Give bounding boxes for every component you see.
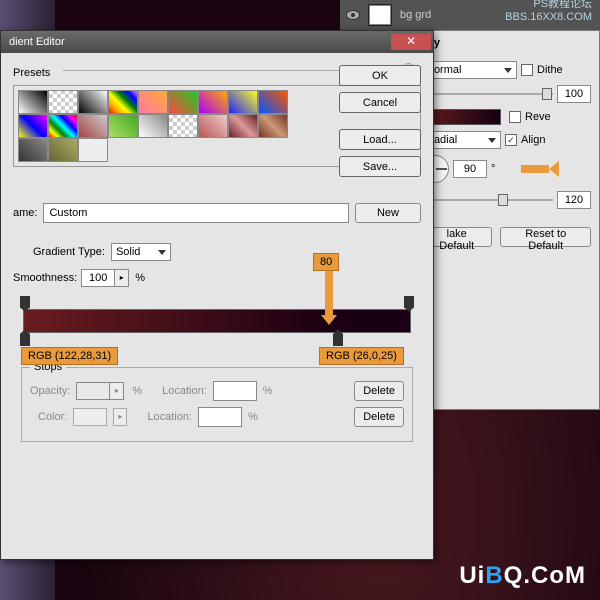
preset-swatch[interactable] bbox=[78, 90, 108, 114]
color-picker-arrow-icon[interactable]: ▸ bbox=[113, 408, 127, 426]
preset-grid bbox=[18, 90, 288, 162]
annotation-left-color: RGB (122,28,31) bbox=[21, 347, 118, 365]
gradient-name-input[interactable] bbox=[43, 203, 349, 223]
visibility-eye-icon[interactable] bbox=[346, 10, 360, 20]
preset-swatch[interactable] bbox=[48, 114, 78, 138]
gradient-editor-dialog: dient Editor ✕ Presets ✲ bbox=[0, 30, 434, 560]
name-label: ame: bbox=[13, 207, 37, 219]
preset-swatch[interactable] bbox=[198, 90, 228, 114]
preset-swatch[interactable] bbox=[108, 90, 138, 114]
gradient-type-label: Gradient Type: bbox=[33, 246, 105, 258]
percent-label: % bbox=[248, 411, 258, 423]
delete-opacity-stop-button[interactable]: Delete bbox=[354, 381, 404, 401]
dialog-titlebar[interactable]: dient Editor ✕ bbox=[1, 31, 433, 53]
preset-swatch[interactable] bbox=[138, 90, 168, 114]
opacity-stop-right[interactable] bbox=[404, 296, 414, 308]
dialog-title: dient Editor bbox=[9, 36, 65, 48]
footer-brand: UiBQ.CoM bbox=[459, 562, 586, 590]
stops-fieldset: Stops Opacity: ▸ % Location: % Delete Co… bbox=[21, 361, 413, 442]
preset-swatch[interactable] bbox=[18, 90, 48, 114]
scale-slider[interactable] bbox=[421, 192, 553, 208]
annotation-position: 80 bbox=[313, 253, 339, 271]
percent-label: % bbox=[263, 385, 273, 397]
gradient-type-select[interactable]: Solid bbox=[111, 243, 171, 261]
panel-title: ·lay bbox=[421, 37, 591, 49]
percent-label: % bbox=[132, 385, 142, 397]
cancel-button[interactable]: Cancel bbox=[339, 92, 421, 113]
annotation-arrow-angle bbox=[521, 165, 549, 173]
align-label: Align bbox=[521, 134, 545, 146]
preset-swatch[interactable] bbox=[48, 138, 78, 162]
degree-symbol: ° bbox=[491, 163, 495, 175]
close-icon[interactable]: ✕ bbox=[391, 34, 431, 50]
color-stop-right[interactable] bbox=[333, 334, 343, 346]
spinner-arrow-icon[interactable]: ▸ bbox=[115, 269, 129, 287]
reverse-checkbox[interactable] bbox=[509, 111, 521, 123]
preset-swatch[interactable] bbox=[258, 90, 288, 114]
align-checkbox[interactable]: ✓ bbox=[505, 134, 517, 146]
annotation-right-color: RGB (26,0,25) bbox=[319, 347, 404, 365]
gradient-bar[interactable] bbox=[23, 309, 411, 333]
dither-label: Dithe bbox=[537, 64, 563, 76]
new-button[interactable]: New bbox=[355, 203, 421, 223]
delete-color-stop-button[interactable]: Delete bbox=[354, 407, 404, 427]
dialog-button-column: OK Cancel Load... Save... bbox=[339, 65, 421, 177]
dropdown-icon bbox=[488, 138, 496, 143]
preset-swatch[interactable] bbox=[228, 114, 258, 138]
angle-value[interactable]: 90 bbox=[453, 160, 487, 178]
preset-swatch[interactable] bbox=[108, 114, 138, 138]
watermark-text: PS教程论坛 BBS.16XX8.COM bbox=[505, 0, 592, 24]
color-stop-left[interactable] bbox=[20, 334, 30, 346]
scale-value[interactable]: 120 bbox=[557, 191, 591, 209]
dither-checkbox[interactable] bbox=[521, 64, 533, 76]
watermark-line1: PS教程论坛 bbox=[505, 0, 592, 11]
color-swatch[interactable] bbox=[73, 408, 107, 426]
layer-thumbnail[interactable] bbox=[368, 4, 392, 26]
preset-swatch[interactable] bbox=[48, 90, 78, 114]
reverse-label: Reve bbox=[525, 111, 551, 123]
load-button[interactable]: Load... bbox=[339, 129, 421, 150]
watermark-line2: BBS.16XX8.COM bbox=[505, 11, 592, 24]
spinner-arrow-icon: ▸ bbox=[110, 382, 124, 400]
preset-swatch[interactable] bbox=[78, 138, 108, 162]
preset-swatch[interactable] bbox=[228, 90, 258, 114]
opacity-stop-input: ▸ bbox=[76, 382, 126, 400]
annotation-arrow-down bbox=[325, 271, 333, 315]
dropdown-icon bbox=[504, 68, 512, 73]
preset-swatch[interactable] bbox=[138, 114, 168, 138]
percent-label: % bbox=[135, 272, 145, 284]
preset-swatch[interactable] bbox=[18, 138, 48, 162]
preset-swatch[interactable] bbox=[18, 114, 48, 138]
color-location-input bbox=[198, 407, 242, 427]
preset-swatch[interactable] bbox=[168, 90, 198, 114]
opacity-slider[interactable] bbox=[421, 86, 553, 102]
layer-row: bg grd PS教程论坛 BBS.16XX8.COM bbox=[340, 0, 600, 30]
ok-button[interactable]: OK bbox=[339, 65, 421, 86]
preset-swatch[interactable] bbox=[78, 114, 108, 138]
opacity-value[interactable]: 100 bbox=[557, 85, 591, 103]
layer-name[interactable]: bg grd bbox=[400, 9, 431, 21]
gradient-type-value: Solid bbox=[116, 246, 140, 258]
save-button[interactable]: Save... bbox=[339, 156, 421, 177]
location-label: Location: bbox=[147, 411, 192, 423]
color-stop-label: Color: bbox=[38, 411, 67, 423]
opacity-stop-left[interactable] bbox=[20, 296, 30, 308]
blend-mode-select[interactable]: Normal bbox=[421, 61, 517, 79]
location-label: Location: bbox=[162, 385, 207, 397]
preset-swatch[interactable] bbox=[198, 114, 228, 138]
preset-swatch[interactable] bbox=[168, 114, 198, 138]
dropdown-icon bbox=[158, 250, 166, 255]
gradient-overlay-panel: ·lay Normal Dithe 100 Reve Radial ✓ Alig… bbox=[412, 30, 600, 410]
opacity-stop-label: Opacity: bbox=[30, 385, 70, 397]
presets-label: Presets bbox=[13, 67, 50, 79]
reset-default-button[interactable]: Reset to Default bbox=[500, 227, 591, 247]
smoothness-label: Smoothness: bbox=[13, 272, 77, 284]
preset-swatch[interactable] bbox=[258, 114, 288, 138]
opacity-location-input bbox=[213, 381, 257, 401]
smoothness-input[interactable]: ▸ bbox=[81, 269, 131, 287]
